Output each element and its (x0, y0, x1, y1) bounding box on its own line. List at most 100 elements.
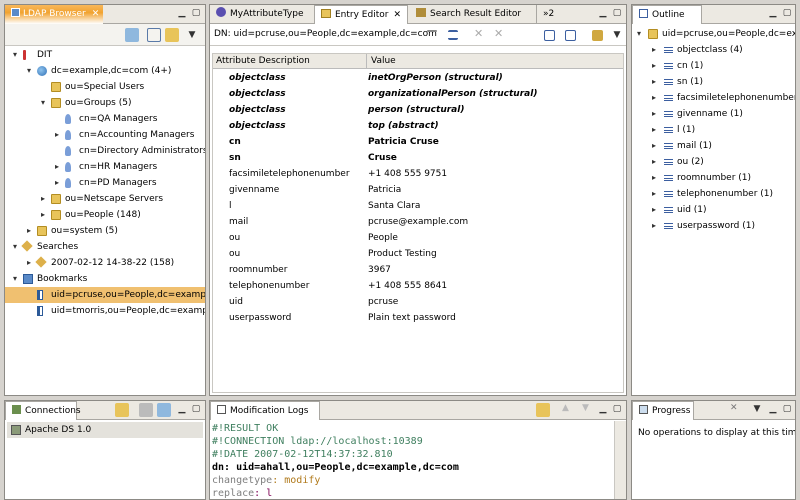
back-icon[interactable] (427, 30, 437, 32)
col-value-header[interactable]: Value (366, 54, 396, 69)
filter-icon[interactable] (592, 30, 603, 41)
new-connection-icon[interactable] (115, 403, 129, 417)
outline-item[interactable]: ▸ mail (1) (632, 138, 795, 154)
minimize-icon[interactable]: ▁ (768, 8, 778, 18)
expand-icon[interactable]: ▸ (650, 186, 658, 202)
tree-node[interactable]: ▸ cn=Accounting Managers (5, 127, 205, 143)
view-menu-icon[interactable]: ▼ (612, 30, 622, 40)
tab-connections[interactable]: Connections (5, 401, 81, 420)
value-cell[interactable]: Patricia (368, 182, 401, 198)
value-cell[interactable]: person (structural) (368, 102, 464, 118)
expand-icon[interactable]: ▸ (650, 58, 658, 74)
outline-item[interactable]: ▸ cn (1) (632, 58, 795, 74)
table-row[interactable]: objectclass person (structural) (213, 102, 623, 118)
table-row[interactable]: objectclass top (abstract) (213, 118, 623, 134)
table-row[interactable]: mail pcruse@example.com (213, 214, 623, 230)
tree-node[interactable]: uid=tmorris,ou=People,dc=exampl (5, 303, 205, 319)
maximize-icon[interactable]: ▢ (782, 404, 792, 414)
expand-icon[interactable]: ▸ (25, 223, 33, 239)
expand-icon[interactable]: ▸ (650, 74, 658, 90)
value-cell[interactable]: top (abstract) (368, 118, 439, 134)
expand-icon[interactable]: ▸ (650, 170, 658, 186)
expand-icon[interactable]: ▾ (635, 26, 643, 42)
expand-icon[interactable]: ▸ (39, 191, 47, 207)
tab-ldap-browser[interactable]: LDAP Browser ✕ (5, 5, 103, 24)
table-row[interactable]: givenname Patricia (213, 182, 623, 198)
value-cell[interactable]: Santa Clara (368, 198, 420, 214)
outline-item[interactable]: ▸ uid (1) (632, 202, 795, 218)
tree-node[interactable]: ▸ ou=People (148) (5, 207, 205, 223)
tab-progress[interactable]: Progress (632, 401, 694, 420)
table-row[interactable]: roomnumber 3967 (213, 262, 623, 278)
minimize-icon[interactable]: ▁ (768, 404, 778, 414)
value-cell[interactable]: +1 408 555 8641 (368, 278, 447, 294)
tab-outline[interactable]: Outline (632, 5, 702, 24)
collapse-icon[interactable]: ▾ (11, 271, 19, 287)
expand-icon[interactable] (544, 30, 555, 41)
value-cell[interactable]: organizationalPerson (structural) (368, 86, 537, 102)
outline-item[interactable]: ▸ facsimiletelephonenumber (1) (632, 90, 795, 106)
expand-icon[interactable]: ▸ (650, 138, 658, 154)
minimize-icon[interactable]: ▁ (598, 404, 608, 414)
expand-icon[interactable]: ▸ (53, 175, 61, 191)
tree-node[interactable]: ▾ Bookmarks (5, 271, 205, 287)
expand-icon[interactable]: ▸ (650, 154, 658, 170)
newer-icon[interactable]: ▼ (582, 403, 596, 417)
collapse-icon[interactable]: ▾ (25, 63, 33, 79)
minimize-icon[interactable]: ▁ (598, 8, 608, 18)
connection-item[interactable]: Apache DS 1.0 (7, 422, 203, 438)
outline-item[interactable]: ▸ sn (1) (632, 74, 795, 90)
collapse-icon[interactable]: ▾ (11, 47, 19, 63)
col-attribute-header[interactable]: Attribute Description (216, 56, 310, 66)
tab-modification-logs[interactable]: Modification Logs (210, 401, 320, 420)
outline-root[interactable]: ▾ uid=pcruse,ou=People,dc=example,dc=com (632, 26, 795, 42)
tab-more-editors[interactable]: »2 (536, 5, 560, 24)
table-row[interactable]: objectclass organizationalPerson (structu… (213, 86, 623, 102)
expand-icon[interactable]: ▸ (650, 218, 658, 234)
tree-node[interactable]: uid=pcruse,ou=People,dc=example (5, 287, 205, 303)
value-cell[interactable]: +1 408 555 9751 (368, 166, 447, 182)
tree-node[interactable]: ▾ ou=Groups (5) (5, 95, 205, 111)
tree-node[interactable]: ▾ Searches (5, 239, 205, 255)
collapse-icon[interactable]: ▾ (39, 95, 47, 111)
view-menu-icon[interactable]: ▼ (752, 404, 762, 414)
outline-item[interactable]: ▸ givenname (1) (632, 106, 795, 122)
delete-icon[interactable]: ✕ (474, 27, 488, 41)
expand-icon[interactable]: ▸ (650, 202, 658, 218)
close-icon[interactable]: ✕ (393, 10, 401, 20)
outline-item[interactable]: ▸ l (1) (632, 122, 795, 138)
log-scrollbar[interactable] (614, 421, 626, 499)
value-cell[interactable]: Cruse (368, 150, 397, 166)
link-with-editor-icon[interactable] (165, 28, 179, 42)
value-cell[interactable]: Product Testing (368, 246, 437, 262)
outline-item[interactable]: ▸ roomnumber (1) (632, 170, 795, 186)
tree-node[interactable]: ▸ ou=Netscape Servers (5, 191, 205, 207)
tree-node[interactable]: ▸ cn=PD Managers (5, 175, 205, 191)
maximize-icon[interactable]: ▢ (191, 404, 201, 414)
collapse-all-icon[interactable] (147, 28, 161, 42)
value-cell[interactable]: Plain text password (368, 310, 456, 326)
maximize-icon[interactable]: ▢ (612, 8, 622, 18)
maximize-icon[interactable]: ▢ (782, 8, 792, 18)
table-row[interactable]: facsimiletelephonenumber +1 408 555 9751 (213, 166, 623, 182)
table-row[interactable]: uid pcruse (213, 294, 623, 310)
table-row[interactable]: userpassword Plain text password (213, 310, 623, 326)
value-cell[interactable]: pcruse@example.com (368, 214, 468, 230)
maximize-icon[interactable]: ▢ (612, 404, 622, 414)
expand-icon[interactable]: ▸ (53, 159, 61, 175)
table-row[interactable]: telephonenumber +1 408 555 8641 (213, 278, 623, 294)
log-text[interactable]: #!RESULT OK #!CONNECTION ldap://localhost… (212, 422, 612, 499)
connect-icon[interactable] (125, 28, 139, 42)
tree-node[interactable]: cn=QA Managers (5, 111, 205, 127)
tree-node[interactable]: ▸ cn=HR Managers (5, 159, 205, 175)
outline-item[interactable]: ▸ ou (2) (632, 154, 795, 170)
tree-node[interactable]: ▾ dc=example,dc=com (4+) (5, 63, 205, 79)
table-row[interactable]: ou Product Testing (213, 246, 623, 262)
expand-icon[interactable]: ▸ (39, 207, 47, 223)
expand-icon[interactable]: ▸ (650, 42, 658, 58)
outline-item[interactable]: ▸ telephonenumber (1) (632, 186, 795, 202)
list-icon[interactable] (448, 30, 458, 40)
refresh-icon[interactable] (536, 403, 550, 417)
expand-icon[interactable]: ▸ (25, 255, 33, 271)
value-cell[interactable]: 3967 (368, 262, 391, 278)
